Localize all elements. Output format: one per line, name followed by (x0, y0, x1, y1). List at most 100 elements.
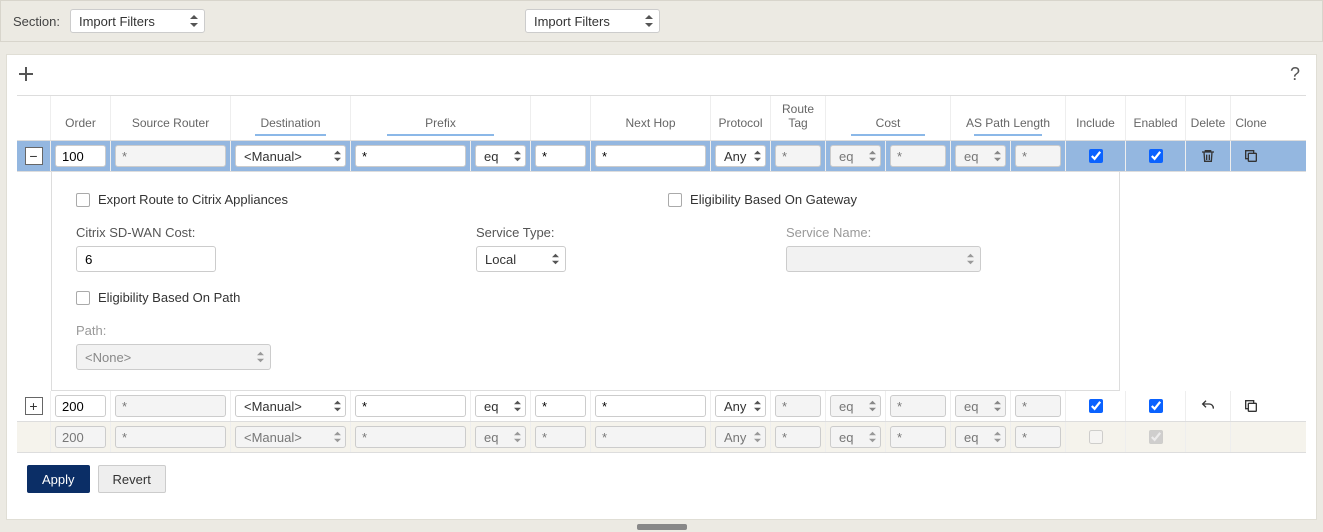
prefix-input[interactable] (355, 395, 466, 417)
checkbox-icon (76, 291, 90, 305)
chevron-updown-icon (257, 352, 264, 363)
route-tag-input (775, 426, 821, 448)
clone-button[interactable] (1243, 398, 1259, 414)
col-prefix-val (531, 96, 591, 140)
include-checkbox (1089, 430, 1103, 444)
table-row: + <Manual> eq Any (17, 391, 1306, 422)
chevron-updown-icon (967, 254, 974, 265)
path-label: Path: (76, 323, 271, 338)
col-protocol: Protocol (711, 96, 771, 140)
destination-select[interactable]: <Manual> (235, 145, 346, 167)
service-name-select (786, 246, 981, 272)
protocol-select[interactable]: Any (715, 395, 766, 417)
destination-select[interactable]: <Manual> (235, 395, 346, 417)
prefix-val-input[interactable] (535, 395, 586, 417)
next-hop-input[interactable] (595, 145, 706, 167)
as-op-select[interactable]: eq (955, 145, 1006, 167)
revert-button[interactable]: Revert (98, 465, 166, 493)
cost-op-select[interactable]: eq (830, 145, 881, 167)
prefix-input[interactable] (355, 145, 466, 167)
sdwan-cost-label: Citrix SD-WAN Cost: (76, 225, 216, 240)
source-router-input[interactable] (115, 395, 226, 417)
source-router-input (115, 426, 226, 448)
enabled-checkbox[interactable] (1149, 399, 1163, 413)
path-select: <None> (76, 344, 271, 370)
protocol-select[interactable]: Any (715, 145, 766, 167)
collapse-toggle[interactable]: − (25, 147, 43, 165)
next-hop-input[interactable] (595, 395, 706, 417)
grid-header: Order Source Router Destination Prefix N… (17, 96, 1306, 141)
as-val-input (1015, 426, 1061, 448)
cost-op-select: eq (830, 426, 881, 448)
table-row: <Manual> eq Any (17, 422, 1306, 453)
col-clone: Clone (1231, 96, 1271, 140)
col-as-path-length: AS Path Length (951, 96, 1066, 140)
source-router-input[interactable] (115, 145, 226, 167)
apply-button[interactable]: Apply (27, 465, 90, 493)
chevron-updown-icon (869, 401, 876, 412)
route-tag-input[interactable] (775, 145, 821, 167)
export-route-checkbox[interactable]: Export Route to Citrix Appliances (76, 192, 288, 207)
as-op-select[interactable]: eq (955, 395, 1006, 417)
prefix-op-select[interactable]: eq (475, 145, 526, 167)
col-expand (17, 96, 51, 140)
section-select-2[interactable]: Import Filters (525, 9, 660, 33)
col-route-tag: Route Tag (771, 96, 826, 140)
chevron-updown-icon (334, 432, 341, 443)
chevron-updown-icon (754, 432, 761, 443)
order-input (55, 426, 106, 448)
section-select-2-value: Import Filters (534, 14, 610, 29)
help-button[interactable]: ? (1290, 65, 1300, 83)
footer-buttons: Apply Revert (27, 465, 1296, 493)
delete-button[interactable] (1200, 148, 1216, 164)
col-delete: Delete (1186, 96, 1231, 140)
eligibility-path-checkbox[interactable]: Eligibility Based On Path (76, 290, 240, 305)
cost-val-input[interactable] (890, 145, 946, 167)
section-select-1[interactable]: Import Filters (70, 9, 205, 33)
eligibility-gateway-checkbox[interactable]: Eligibility Based On Gateway (668, 192, 857, 207)
protocol-select: Any (715, 426, 766, 448)
prefix-input (355, 426, 466, 448)
row-detail-panel: Export Route to Citrix Appliances Eligib… (51, 172, 1120, 391)
col-next-hop: Next Hop (591, 96, 711, 140)
chevron-updown-icon (994, 401, 1001, 412)
resize-handle[interactable] (0, 526, 1323, 532)
col-order: Order (51, 96, 111, 140)
expand-toggle[interactable]: + (25, 397, 43, 415)
chevron-updown-icon (869, 432, 876, 443)
enabled-checkbox[interactable] (1149, 149, 1163, 163)
prefix-val-input[interactable] (535, 145, 586, 167)
chevron-updown-icon (994, 151, 1001, 162)
chevron-updown-icon (754, 151, 761, 162)
undo-button[interactable] (1200, 398, 1216, 414)
service-type-select[interactable]: Local (476, 246, 566, 272)
clone-button[interactable] (1243, 148, 1259, 164)
destination-select: <Manual> (235, 426, 346, 448)
checkbox-icon (668, 193, 682, 207)
chevron-updown-icon (514, 401, 521, 412)
order-input[interactable] (55, 145, 106, 167)
filters-grid: Order Source Router Destination Prefix N… (17, 95, 1306, 453)
chevron-updown-icon (334, 401, 341, 412)
prefix-op-select: eq (475, 426, 526, 448)
chevron-updown-icon (645, 15, 653, 27)
prefix-op-select[interactable]: eq (475, 395, 526, 417)
include-checkbox[interactable] (1089, 399, 1103, 413)
chevron-updown-icon (514, 151, 521, 162)
filters-panel: ? Order Source Router Destination Prefix… (6, 54, 1317, 520)
col-cost: Cost (826, 96, 951, 140)
col-prefix: Prefix (351, 96, 531, 140)
cost-val-input[interactable] (890, 395, 946, 417)
order-input[interactable] (55, 395, 106, 417)
cost-val-input (890, 426, 946, 448)
include-checkbox[interactable] (1089, 149, 1103, 163)
chevron-updown-icon (754, 401, 761, 412)
sdwan-cost-input[interactable] (76, 246, 216, 272)
cost-op-select[interactable]: eq (830, 395, 881, 417)
as-val-input[interactable] (1015, 145, 1061, 167)
chevron-updown-icon (994, 432, 1001, 443)
route-tag-input[interactable] (775, 395, 821, 417)
add-row-button[interactable] (19, 65, 33, 85)
col-include: Include (1066, 96, 1126, 140)
as-val-input[interactable] (1015, 395, 1061, 417)
